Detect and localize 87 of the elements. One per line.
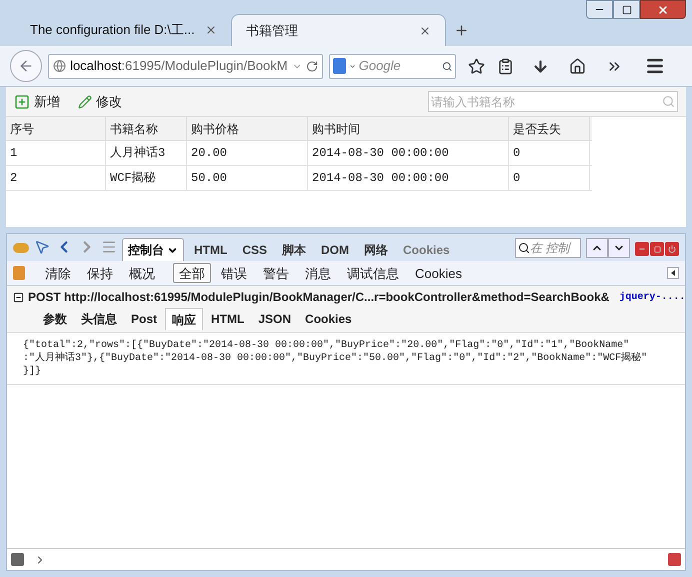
console-filter[interactable]: 保持 [81, 263, 119, 283]
download-icon [532, 58, 549, 74]
expand-toggle-icon[interactable] [13, 292, 24, 302]
console-filter[interactable]: Cookies [409, 263, 468, 283]
table-cell: 2014-08-30 00:00:00 [308, 166, 509, 190]
console-filter[interactable]: 概况 [123, 263, 161, 283]
edit-button[interactable]: 修改 [78, 92, 122, 112]
panel-tab[interactable]: CSS [237, 238, 272, 261]
console-search-input[interactable]: 在 控制 [530, 239, 580, 257]
new-tab-icon [454, 23, 469, 38]
clipboard-icon [497, 58, 514, 74]
close-icon [419, 24, 431, 36]
response-text: {"total":2,"rows":[{"BuyDate":"2014-08-30 00:00:00","BuyPrice":"20.00","Flag":"0","Id":"1","BookName" :"人月神话3"},{"BuyDate":"2014-08-30 00:00:00","BuyPrice":"50.00","Flag":"0","Id":"2","BookName":"WCF揭秘" }]} [7, 333, 685, 385]
web-search-input[interactable]: Google [358, 56, 439, 76]
close-button[interactable] [640, 0, 686, 19]
book-search-field[interactable]: 请输入书籍名称 [428, 91, 678, 112]
panel-tab[interactable]: Cookies [398, 238, 455, 261]
add-button[interactable]: 新增 [14, 92, 60, 112]
close-icon [205, 24, 217, 36]
request-tab[interactable]: 头信息 [75, 308, 123, 330]
browser-tab[interactable]: The configuration file D:\工... [16, 14, 231, 46]
table-cell: WCF揭秘 [106, 166, 187, 190]
search-icon [442, 60, 452, 72]
url-text: localhost:61995/ModulePlugin/BookM [70, 57, 288, 76]
tab-title: 书籍管理 [246, 22, 299, 40]
maximize-icon [622, 4, 632, 14]
table-cell: 0 [509, 166, 590, 190]
web-search-field[interactable]: Google [329, 54, 456, 78]
plus-icon [14, 94, 30, 110]
console-search-field[interactable]: 在 控制 [515, 238, 581, 258]
browser-tab[interactable]: 书籍管理 [231, 14, 446, 46]
table-cell: 50.00 [187, 166, 308, 190]
search-icon [662, 95, 675, 108]
column-header: 序号 [6, 117, 106, 140]
panel-tab[interactable]: HTML [189, 238, 232, 261]
table-cell: 2014-08-30 00:00:00 [308, 141, 509, 165]
back-button[interactable] [10, 50, 42, 82]
command-line-icon [101, 239, 117, 255]
search-icon [518, 242, 530, 254]
next-button[interactable] [608, 238, 630, 258]
table-cell: 20.00 [187, 141, 308, 165]
pencil-icon [78, 94, 92, 108]
column-header: 购书时间 [308, 117, 509, 140]
console-filter[interactable]: 清除 [39, 263, 77, 283]
reload-icon [306, 60, 318, 72]
console-filter[interactable]: 警告 [257, 263, 295, 283]
console-filter[interactable]: 全部 [173, 263, 211, 283]
tab-title: The configuration file D:\工... [30, 21, 196, 40]
panel-tab[interactable]: 脚本 [277, 238, 312, 261]
request-line: POST http://localhost:61995/ModulePlugin/BookManager/C...r=bookController&method=SearchBook& [28, 289, 610, 306]
column-header: 是否丢失 [509, 117, 590, 140]
power-icon [668, 245, 676, 253]
request-tab[interactable]: HTML [205, 308, 250, 330]
table-cell: 人月神话3 [106, 141, 187, 165]
panel-tab[interactable]: 控制台 [122, 238, 184, 261]
inspect-icon [34, 239, 50, 255]
collapse-icon[interactable] [667, 267, 679, 279]
back-icon [18, 58, 34, 74]
maximize-button[interactable] [613, 0, 640, 19]
minimize-button[interactable] [635, 242, 649, 256]
source-link[interactable]: jquery-.... [619, 290, 685, 304]
column-header: 书籍名称 [106, 117, 187, 140]
table-cell: 1 [6, 141, 106, 165]
globe-icon [53, 59, 66, 73]
request-tab[interactable]: Post [125, 308, 164, 330]
request-tab[interactable]: 参数 [37, 308, 73, 330]
star-icon [468, 58, 485, 74]
table-cell: 0 [509, 141, 590, 165]
request-tab[interactable]: Cookies [299, 308, 358, 330]
window-icon [654, 246, 660, 252]
column-header: 购书价格 [187, 117, 308, 140]
home-icon [569, 58, 586, 74]
console-filter[interactable]: 消息 [299, 263, 337, 283]
previous-button[interactable] [586, 238, 608, 258]
power-button[interactable] [665, 242, 679, 256]
address-field[interactable]: localhost:61995/ModulePlugin/BookM [48, 54, 323, 78]
panel-tab[interactable]: 网络 [359, 238, 394, 261]
table-cell: 2 [6, 166, 106, 190]
console-filter[interactable]: 调试信息 [341, 263, 405, 283]
request-tab[interactable]: 响应 [165, 308, 204, 330]
console-filter[interactable]: 错误 [215, 263, 253, 283]
panel-tab[interactable]: DOM [316, 238, 354, 261]
close-icon [657, 4, 669, 16]
menu-icon [645, 56, 665, 76]
detach-button[interactable] [650, 242, 664, 256]
book-search-input[interactable]: 请输入书籍名称 [431, 92, 662, 110]
request-tab[interactable]: JSON [252, 308, 298, 330]
